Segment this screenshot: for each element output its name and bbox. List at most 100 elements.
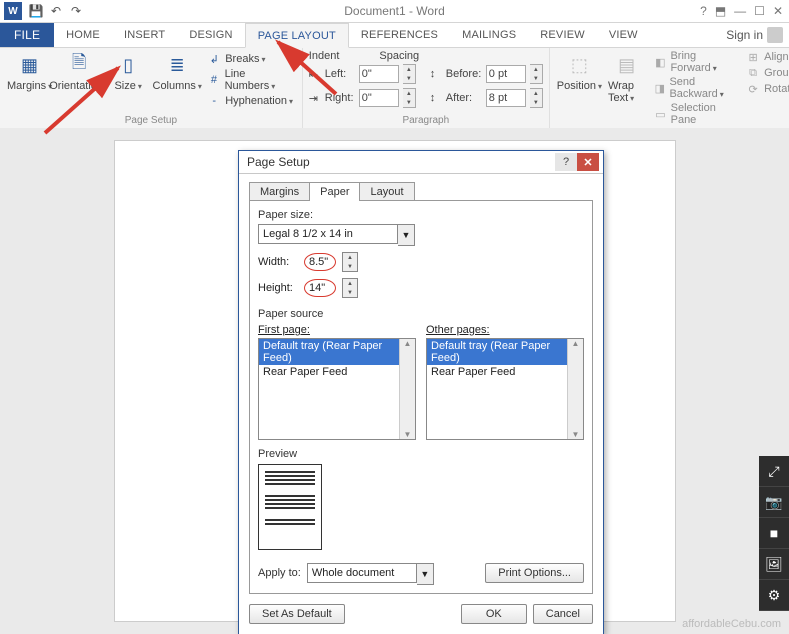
- gear-icon[interactable]: ⚙: [759, 580, 789, 611]
- tab-references[interactable]: REFERENCES: [349, 23, 450, 47]
- columns-button[interactable]: ≣ Columns: [153, 50, 201, 108]
- send-backward-button[interactable]: ◨Send Backward: [654, 76, 736, 100]
- selection-pane-icon: ▭: [654, 107, 666, 121]
- spacing-after-spinner[interactable]: ▲▼: [530, 88, 543, 108]
- group-arrange: ⬚ Position ▤ Wrap Text ◧Bring Forward ◨S…: [550, 48, 789, 130]
- tab-review[interactable]: REVIEW: [528, 23, 597, 47]
- rotate-button[interactable]: ⟳ Rotate: [746, 82, 789, 96]
- spacing-before-spinner[interactable]: ▲▼: [530, 64, 543, 84]
- width-label: Width:: [258, 256, 298, 268]
- height-spinner[interactable]: ▲▼: [342, 278, 358, 298]
- dialog-tab-layout[interactable]: Layout: [359, 182, 414, 201]
- camera-icon[interactable]: 📷: [759, 487, 789, 518]
- preview-thumbnail: [258, 464, 322, 550]
- video-icon[interactable]: ■: [759, 518, 789, 549]
- expand-icon[interactable]: ⤢: [759, 456, 789, 487]
- avatar-icon: [767, 27, 783, 43]
- apply-to-combo[interactable]: Whole document ▼: [307, 563, 434, 585]
- width-spinner[interactable]: ▲▼: [342, 252, 358, 272]
- width-input[interactable]: 8.5": [304, 253, 336, 271]
- gallery-icon[interactable]: 🖼: [759, 549, 789, 580]
- indent-left-spinner[interactable]: ▲▼: [403, 64, 416, 84]
- first-page-listbox[interactable]: Default tray (Rear Paper Feed) Rear Pape…: [258, 338, 416, 440]
- scrollbar[interactable]: ▲▼: [399, 339, 415, 439]
- list-item[interactable]: Rear Paper Feed: [259, 365, 415, 379]
- document-title: Document1 - Word: [344, 4, 444, 18]
- bring-forward-button[interactable]: ◧Bring Forward: [654, 50, 736, 74]
- position-button[interactable]: ⬚ Position: [556, 50, 603, 126]
- group-page-setup-title: Page Setup: [6, 113, 296, 128]
- save-icon[interactable]: 💾: [28, 3, 44, 19]
- paper-size-combo[interactable]: Legal 8 1/2 x 14 in ▼: [258, 224, 584, 246]
- tab-insert[interactable]: INSERT: [112, 23, 177, 47]
- tab-home[interactable]: HOME: [54, 23, 112, 47]
- left-label: Left:: [325, 68, 355, 80]
- breaks-button[interactable]: ↲Breaks: [207, 52, 296, 66]
- dialog-tabs: Margins Paper Layout: [249, 182, 593, 201]
- rotate-icon: ⟳: [746, 82, 760, 96]
- paper-size-label: Paper size:: [258, 209, 584, 221]
- tab-view[interactable]: VIEW: [597, 23, 650, 47]
- wrap-text-button[interactable]: ▤ Wrap Text: [607, 50, 646, 126]
- hyphenation-icon: -: [207, 94, 221, 108]
- columns-label: Columns: [153, 80, 202, 92]
- other-pages-listbox[interactable]: Default tray (Rear Paper Feed) Rear Pape…: [426, 338, 584, 440]
- height-input[interactable]: 14": [304, 279, 336, 297]
- height-label: Height:: [258, 282, 298, 294]
- list-item[interactable]: Default tray (Rear Paper Feed): [259, 339, 415, 365]
- ribbon-options-icon[interactable]: ⬒: [715, 4, 726, 18]
- orientation-button[interactable]: 🗎 Orientation: [55, 50, 103, 108]
- spacing-after-input[interactable]: 8 pt: [486, 89, 526, 107]
- close-icon[interactable]: ✕: [773, 4, 783, 18]
- spacing-before-input[interactable]: 0 pt: [486, 65, 526, 83]
- group-icon: ⧉: [746, 66, 760, 80]
- help-icon[interactable]: ?: [700, 4, 707, 18]
- minimize-icon[interactable]: —: [734, 4, 746, 18]
- sign-in[interactable]: Sign in: [720, 23, 789, 47]
- send-backward-icon: ◨: [654, 81, 665, 95]
- cancel-button[interactable]: Cancel: [533, 604, 593, 624]
- page-setup-dialog: Page Setup ? ✕ Margins Paper Layout Pape…: [238, 150, 604, 634]
- tab-design[interactable]: DESIGN: [177, 23, 244, 47]
- dialog-tab-margins[interactable]: Margins: [249, 182, 310, 201]
- margins-icon: ▦: [17, 52, 43, 78]
- dialog-close-icon[interactable]: ✕: [577, 153, 599, 171]
- tab-page-layout[interactable]: PAGE LAYOUT: [245, 23, 349, 48]
- set-as-default-button[interactable]: Set As Default: [249, 604, 345, 624]
- undo-icon[interactable]: ↶: [48, 3, 64, 19]
- other-pages-label: Other pages:: [426, 324, 584, 336]
- indent-left-input[interactable]: 0": [359, 65, 399, 83]
- right-label: Right:: [325, 92, 355, 104]
- selection-pane-label: Selection Pane: [671, 102, 737, 126]
- title-bar: W 💾 ↶ ↷ Document1 - Word ? ⬒ — ☐ ✕: [0, 0, 789, 23]
- dialog-help-icon[interactable]: ?: [555, 153, 577, 171]
- scrollbar[interactable]: ▲▼: [567, 339, 583, 439]
- margins-button[interactable]: ▦ Margins: [6, 50, 53, 108]
- tab-file[interactable]: FILE: [0, 23, 54, 47]
- chevron-down-icon[interactable]: ▼: [417, 563, 434, 585]
- chevron-down-icon[interactable]: ▼: [398, 224, 415, 246]
- print-options-button[interactable]: Print Options...: [485, 563, 584, 583]
- tab-mailings[interactable]: MAILINGS: [450, 23, 528, 47]
- hyphenation-button[interactable]: -Hyphenation: [207, 94, 296, 108]
- dialog-tab-paper[interactable]: Paper: [309, 182, 360, 201]
- redo-icon[interactable]: ↷: [68, 3, 84, 19]
- line-numbers-button[interactable]: # Line Numbers: [207, 68, 296, 92]
- selection-pane-button[interactable]: ▭ Selection Pane: [654, 102, 736, 126]
- ok-button[interactable]: OK: [461, 604, 527, 624]
- size-button[interactable]: ▯ Size: [105, 50, 151, 108]
- group-page-setup: ▦ Margins 🗎 Orientation ▯ Size ≣ Columns…: [0, 48, 303, 130]
- dialog-title: Page Setup: [243, 155, 310, 169]
- list-item[interactable]: Default tray (Rear Paper Feed): [427, 339, 583, 365]
- list-item[interactable]: Rear Paper Feed: [427, 365, 583, 379]
- line-numbers-label: Line Numbers: [225, 68, 296, 92]
- line-numbers-icon: #: [207, 73, 220, 87]
- dialog-title-bar[interactable]: Page Setup ? ✕: [239, 151, 603, 174]
- indent-right-spinner[interactable]: ▲▼: [403, 88, 416, 108]
- rotate-label: Rotate: [764, 83, 789, 95]
- group-button[interactable]: ⧉Group: [746, 66, 789, 80]
- indent-right-input[interactable]: 0": [359, 89, 399, 107]
- paper-size-value: Legal 8 1/2 x 14 in: [258, 224, 398, 244]
- align-button[interactable]: ⊞Align: [746, 50, 789, 64]
- maximize-icon[interactable]: ☐: [754, 4, 765, 18]
